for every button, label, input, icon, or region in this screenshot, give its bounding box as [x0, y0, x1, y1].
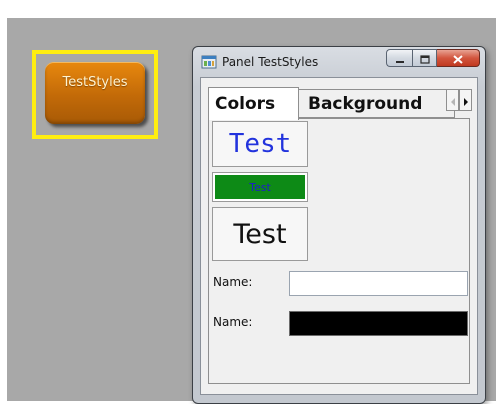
tab-scroll-left-button[interactable] — [446, 89, 459, 111]
teststyles-tile-button[interactable]: TestStyles — [45, 62, 145, 124]
caption-buttons — [386, 49, 480, 67]
maximize-button[interactable] — [412, 49, 437, 67]
test-button-green-face: Test — [215, 175, 305, 199]
name-label-2: Name: — [213, 315, 253, 329]
window-client-area: Colors Background Test Test Test Name: N… — [200, 77, 478, 395]
test-button-large[interactable]: Test — [212, 207, 308, 261]
colors-tab-page: Test Test Test Name: Name: — [208, 118, 470, 384]
name-field-2[interactable] — [289, 311, 468, 336]
name-field-1[interactable] — [289, 271, 468, 296]
close-icon — [453, 49, 463, 68]
chevron-left-icon — [450, 91, 456, 110]
tab-background[interactable]: Background — [299, 89, 455, 118]
test-button-green[interactable]: Test — [212, 172, 308, 202]
tab-colors-label: Colors — [215, 94, 276, 114]
test-button-blue-mono-label: Test — [228, 129, 292, 159]
test-button-blue-mono[interactable]: Test — [212, 121, 308, 167]
maximize-icon — [419, 49, 430, 68]
desktop-background: TestStyles Panel TestStyles Colors Backg… — [7, 18, 496, 404]
test-button-large-label: Test — [233, 218, 287, 250]
tab-scroll-right-button[interactable] — [459, 89, 472, 111]
tab-strip: Colors Background — [208, 87, 477, 120]
close-button[interactable] — [437, 49, 480, 67]
tile-button-label: TestStyles — [62, 75, 128, 90]
tab-background-label: Background — [308, 93, 423, 114]
selection-outline: TestStyles — [32, 50, 158, 139]
minimize-button[interactable] — [386, 49, 412, 67]
tab-colors[interactable]: Colors — [208, 87, 299, 120]
app-window-icon — [201, 54, 217, 70]
panel-teststyles-window: Panel TestStyles Colors Background Test … — [192, 46, 486, 404]
title-bar[interactable]: Panel TestStyles — [193, 47, 485, 77]
window-title: Panel TestStyles — [222, 55, 319, 69]
chevron-right-icon — [463, 91, 469, 110]
test-button-green-label: Test — [249, 180, 271, 194]
name-label-1: Name: — [213, 275, 253, 289]
minimize-icon — [395, 49, 405, 68]
